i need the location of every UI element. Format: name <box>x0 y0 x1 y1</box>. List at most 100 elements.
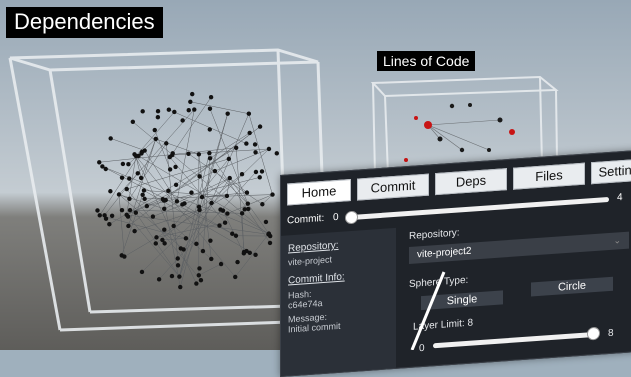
dependency-node[interactable] <box>192 107 196 111</box>
dependency-node[interactable] <box>219 262 223 266</box>
dependency-node[interactable] <box>140 109 144 113</box>
dependency-node[interactable] <box>145 204 149 208</box>
dependency-node[interactable] <box>187 108 191 112</box>
sphere-single-button[interactable]: Single <box>421 290 503 310</box>
dependency-node[interactable] <box>194 281 198 285</box>
dependency-node[interactable] <box>197 152 201 156</box>
dependency-node[interactable] <box>217 223 221 227</box>
dependency-node[interactable] <box>120 208 124 212</box>
loc-node[interactable] <box>424 121 432 129</box>
dependency-node[interactable] <box>242 250 246 254</box>
dependency-node[interactable] <box>162 198 166 202</box>
dependency-node[interactable] <box>233 275 237 279</box>
dependency-node[interactable] <box>140 270 144 274</box>
dependency-node[interactable] <box>126 162 130 166</box>
dependency-node[interactable] <box>177 274 181 278</box>
dependency-node[interactable] <box>128 208 132 212</box>
dependency-node[interactable] <box>244 141 248 145</box>
dependency-node[interactable] <box>258 124 262 128</box>
dependency-node[interactable] <box>178 285 182 289</box>
dependency-node[interactable] <box>197 273 201 277</box>
dependency-node[interactable] <box>170 274 174 278</box>
dependency-node[interactable] <box>228 176 232 180</box>
loc-node[interactable] <box>438 137 443 142</box>
loc-node[interactable] <box>468 103 472 107</box>
dependency-node[interactable] <box>142 197 146 201</box>
dependency-node[interactable] <box>117 192 121 196</box>
dependency-node[interactable] <box>162 228 166 232</box>
dependency-node[interactable] <box>246 201 250 205</box>
dependency-node[interactable] <box>200 195 204 199</box>
dependency-node[interactable] <box>108 189 112 193</box>
dependency-node[interactable] <box>132 152 136 156</box>
dependency-node[interactable] <box>166 189 170 193</box>
dependency-node[interactable] <box>258 175 262 179</box>
loc-node[interactable] <box>509 129 515 135</box>
layer-limit-knob[interactable] <box>587 327 600 341</box>
dependency-node[interactable] <box>209 257 213 261</box>
dependency-node[interactable] <box>173 165 177 169</box>
dependency-node[interactable] <box>197 266 201 270</box>
dependency-node[interactable] <box>136 171 140 175</box>
dependency-node[interactable] <box>121 162 125 166</box>
dependency-node[interactable] <box>213 169 217 173</box>
dependency-node[interactable] <box>189 190 193 194</box>
dependency-node[interactable] <box>268 241 272 245</box>
dependency-node[interactable] <box>188 100 192 104</box>
dependency-node[interactable] <box>134 211 138 215</box>
dependency-node[interactable] <box>154 137 158 141</box>
dependency-node[interactable] <box>235 260 239 264</box>
dependency-node[interactable] <box>140 193 144 197</box>
dependency-node[interactable] <box>201 249 205 253</box>
dependency-node[interactable] <box>104 216 108 220</box>
dependency-node[interactable] <box>95 208 99 212</box>
loc-node[interactable] <box>450 104 454 108</box>
dependency-node[interactable] <box>132 229 136 233</box>
dependency-node[interactable] <box>218 207 222 211</box>
dependency-node[interactable] <box>162 207 166 211</box>
dependency-node[interactable] <box>260 169 264 173</box>
dependency-node[interactable] <box>225 194 229 198</box>
dependency-node[interactable] <box>207 151 211 155</box>
dependency-node[interactable] <box>154 241 158 245</box>
dependency-node[interactable] <box>168 167 172 171</box>
dependency-node[interactable] <box>208 238 212 242</box>
dependency-node[interactable] <box>209 95 213 99</box>
dependency-node[interactable] <box>176 263 180 267</box>
dependency-node[interactable] <box>107 222 111 226</box>
tab-files[interactable]: Files <box>513 163 585 190</box>
dependency-node[interactable] <box>156 109 160 113</box>
dependency-node[interactable] <box>139 176 143 180</box>
loc-node[interactable] <box>487 148 491 152</box>
dependency-node[interactable] <box>108 136 112 140</box>
dependency-node[interactable] <box>190 92 194 96</box>
dependency-node[interactable] <box>225 211 229 215</box>
dependency-node[interactable] <box>253 150 257 154</box>
dependency-node[interactable] <box>275 151 279 155</box>
dependency-node[interactable] <box>154 235 158 239</box>
dependency-node[interactable] <box>234 146 238 150</box>
dependency-node[interactable] <box>160 238 164 242</box>
dependency-node[interactable] <box>199 278 203 282</box>
dependency-node[interactable] <box>208 107 212 111</box>
dependency-node[interactable] <box>125 187 129 191</box>
dependency-node[interactable] <box>142 188 146 192</box>
dependency-node[interactable] <box>100 164 104 168</box>
dependency-node[interactable] <box>242 207 246 211</box>
dependency-node[interactable] <box>208 156 212 160</box>
loc-node[interactable] <box>414 116 418 120</box>
dependency-node[interactable] <box>151 214 155 218</box>
dependency-node[interactable] <box>167 107 171 111</box>
dependency-node[interactable] <box>131 120 135 124</box>
tab-deps[interactable]: Deps <box>435 168 507 195</box>
dependency-node[interactable] <box>230 232 234 236</box>
dependency-node[interactable] <box>267 231 271 235</box>
dependency-node[interactable] <box>180 202 184 206</box>
dependency-node[interactable] <box>253 142 257 146</box>
tab-settings[interactable]: Settings <box>591 158 631 184</box>
dependency-node[interactable] <box>126 224 130 228</box>
dependency-node[interactable] <box>197 174 201 178</box>
loc-node[interactable] <box>460 148 464 152</box>
dependency-node[interactable] <box>97 160 101 164</box>
dependency-node[interactable] <box>176 256 180 260</box>
